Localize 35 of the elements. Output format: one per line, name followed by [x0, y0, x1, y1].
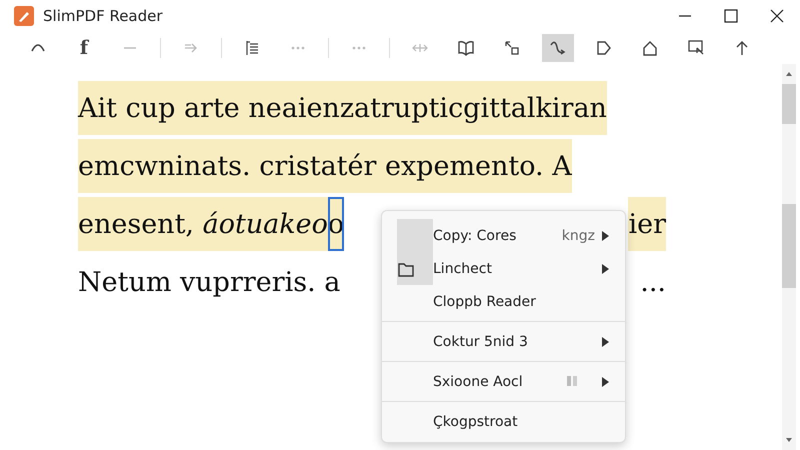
- menu-item[interactable]: Linchect: [382, 252, 625, 285]
- more-icon: [352, 46, 366, 50]
- scrollbar-thumb[interactable]: [782, 204, 796, 288]
- home-icon: [641, 39, 659, 57]
- scrollbar-thumb[interactable]: [782, 84, 796, 124]
- document-text: enesent,: [78, 197, 203, 251]
- scrollbar[interactable]: [782, 64, 796, 450]
- curve-arrow-button[interactable]: [542, 34, 574, 62]
- menu-item[interactable]: Sxioone Aocl: [382, 365, 625, 398]
- small-grid-icon: [567, 376, 577, 386]
- menu-item[interactable]: Coktur 5nid 3: [382, 325, 625, 358]
- resize-icon: [503, 39, 521, 57]
- document-text: Ait cup arte neaienzatrupticgittalkiran: [78, 81, 607, 135]
- app-logo-icon: [14, 6, 34, 26]
- window-title: SlimPDF Reader: [43, 7, 164, 25]
- document-text: emcwninats. cristatér expemento. A: [78, 139, 572, 193]
- arc-icon: [31, 44, 45, 52]
- document-text: ...: [640, 266, 666, 300]
- menu-item[interactable]: Copy: Cores kngz: [382, 219, 625, 252]
- document-text: Netum vuprreris. a: [78, 266, 340, 300]
- curve-arrow-icon: [549, 39, 567, 57]
- dash-icon: [124, 47, 136, 49]
- menu-item[interactable]: Çkogpstroat: [382, 405, 625, 438]
- font-button[interactable]: f: [68, 34, 100, 62]
- scroll-up-icon[interactable]: [786, 72, 792, 76]
- document-text: ier: [628, 197, 666, 251]
- scroll-down-icon[interactable]: [786, 438, 792, 442]
- close-icon: [770, 9, 784, 23]
- screen-cursor-icon: [687, 39, 705, 57]
- document-text: áotuakeo: [202, 197, 328, 251]
- maximize-icon: [724, 9, 738, 23]
- page-tag-icon: [595, 39, 613, 57]
- more-icon: [291, 46, 305, 50]
- book-icon: [457, 39, 475, 57]
- menu-item[interactable]: Cloppb Reader: [382, 285, 625, 318]
